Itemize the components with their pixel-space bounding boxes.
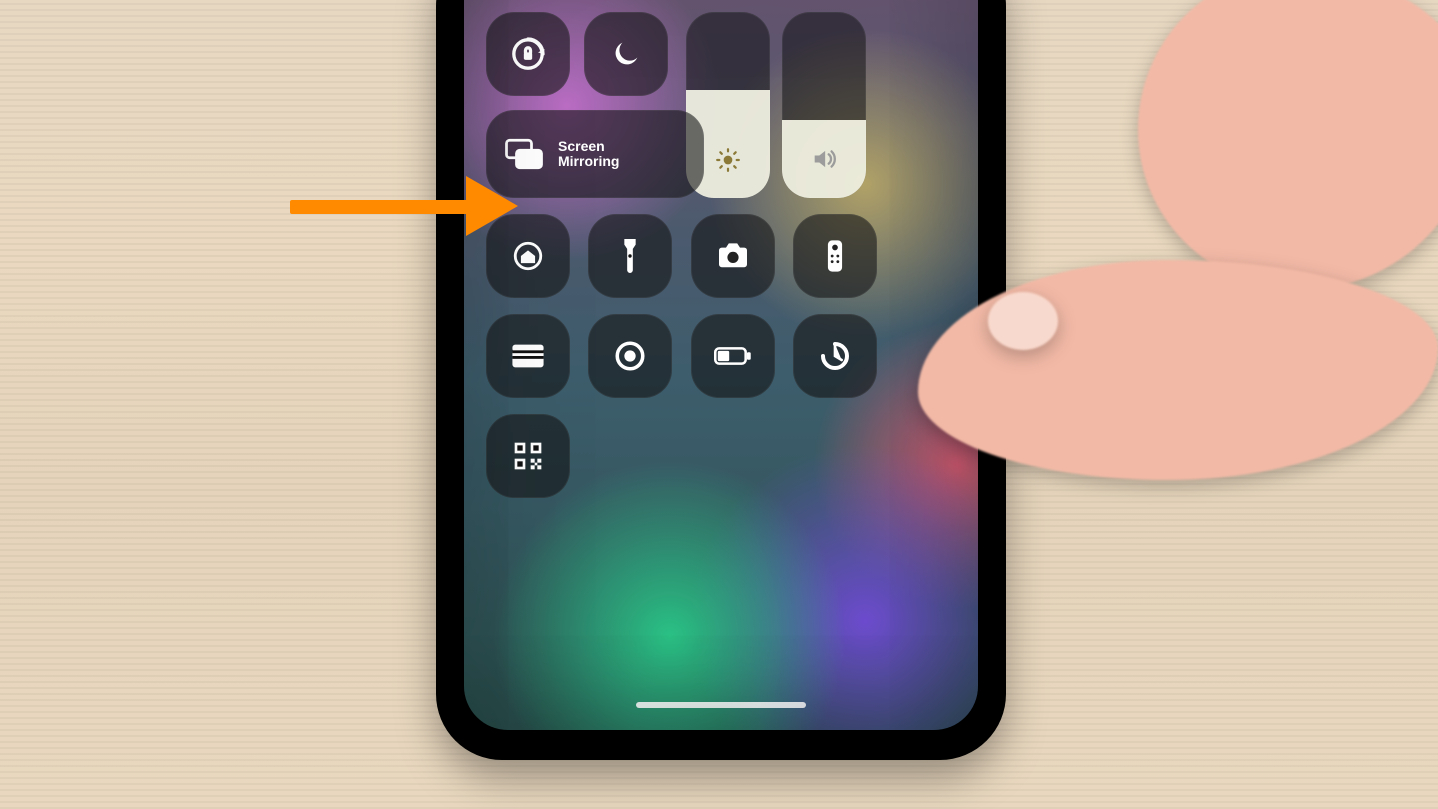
screen-mirroring-line1: Screen <box>558 139 619 154</box>
cc-row-5 <box>486 414 570 498</box>
wallet-icon <box>511 343 545 369</box>
screen-record-icon <box>613 339 647 373</box>
low-power-mode-button[interactable] <box>691 314 775 398</box>
timer-icon <box>819 340 851 372</box>
screen-mirroring-line2: Mirroring <box>558 154 619 169</box>
rotation-lock-button[interactable] <box>486 12 570 96</box>
camera-button[interactable] <box>691 214 775 298</box>
hand <box>1138 0 1438 290</box>
screen-mirroring-button[interactable]: Screen Mirroring <box>486 110 704 198</box>
low-power-icon <box>714 345 752 367</box>
fingernail <box>988 292 1058 350</box>
wallet-button[interactable] <box>486 314 570 398</box>
volume-slider[interactable] <box>782 12 866 198</box>
home-indicator[interactable] <box>636 702 806 708</box>
home-icon <box>511 239 545 273</box>
apple-tv-remote-button[interactable] <box>793 214 877 298</box>
rotation-lock-icon <box>508 34 548 74</box>
cc-row-3 <box>486 214 877 298</box>
brightness-icon <box>715 147 741 178</box>
screen-mirroring-icon <box>504 137 544 171</box>
qr-scanner-button[interactable] <box>486 414 570 498</box>
remote-icon <box>826 239 844 273</box>
camera-icon <box>716 242 750 270</box>
screen-record-button[interactable] <box>588 314 672 398</box>
qr-code-icon <box>512 440 544 472</box>
flashlight-button[interactable] <box>588 214 672 298</box>
cc-row-4 <box>486 314 877 398</box>
moon-icon <box>609 37 643 71</box>
screen-mirroring-label: Screen Mirroring <box>558 139 619 168</box>
flashlight-icon <box>621 239 639 273</box>
timer-button[interactable] <box>793 314 877 398</box>
do-not-disturb-button[interactable] <box>584 12 668 96</box>
volume-icon <box>810 145 838 178</box>
home-button[interactable] <box>486 214 570 298</box>
photo-scene: Screen Mirroring <box>0 0 1438 809</box>
phone-screen: Screen Mirroring <box>464 0 978 730</box>
